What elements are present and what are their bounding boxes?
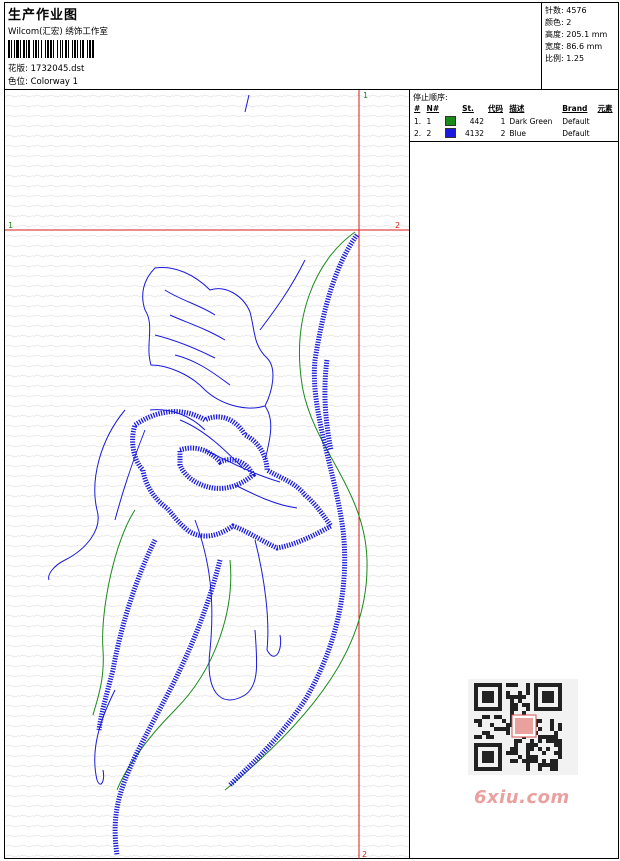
stop-sequence-table: # N# St. 代码 描述 Brand 元素 1. 1 442 1 Dark … xyxy=(412,102,617,139)
col-number: N# xyxy=(426,104,440,113)
colorway: 色位: Colorway 1 xyxy=(8,75,78,87)
color-swatch xyxy=(445,128,457,138)
design-value: 1732045.dst xyxy=(30,64,85,74)
stat-stitches: 针数: 4576 xyxy=(545,6,587,15)
col-element: 元素 xyxy=(597,104,613,113)
table-row: 2. 2 4132 2 Blue Default xyxy=(414,128,590,138)
stat-colors: 颜色: 2 xyxy=(545,18,572,27)
studio-name: Wilcom(汇宏) 绣饰工作室 xyxy=(8,27,108,37)
barcode xyxy=(8,40,94,58)
stat-scale: 比例: 1.25 xyxy=(545,54,585,63)
design-canvas: 1 1 2 2 xyxy=(5,90,409,859)
col-stitches: St. xyxy=(462,104,474,113)
qr-code xyxy=(468,679,578,775)
design-name: 花版: 1732045.dst xyxy=(8,62,84,74)
design-stats: 针数: 4576 颜色: 2 高度: 205.1 mm 宽度: 86.6 mm … xyxy=(541,3,618,89)
design-label: 花版: xyxy=(8,64,28,74)
col-brand: Brand xyxy=(562,104,588,113)
marker-left: 1 xyxy=(8,221,13,230)
colorway-label: 色位: xyxy=(8,77,28,87)
colorway-value: Colorway 1 xyxy=(30,77,79,87)
watermark-text: 6xiu.com xyxy=(474,787,570,808)
marker-top: 1 xyxy=(363,91,368,100)
stat-width: 宽度: 86.6 mm xyxy=(545,42,603,51)
col-index: # xyxy=(414,104,421,113)
fabric-background xyxy=(5,90,409,859)
header-info: 生产作业图 Wilcom(汇宏) 绣饰工作室 花版: 1732045.dst 色… xyxy=(5,3,541,89)
table-header-row: # N# St. 代码 描述 Brand 元素 xyxy=(412,102,617,115)
stat-height: 高度: 205.1 mm xyxy=(545,30,608,39)
color-swatch xyxy=(445,116,457,126)
table-row: 1. 1 442 1 Dark Green Default xyxy=(414,116,590,126)
table-divider xyxy=(410,141,618,142)
page-title: 生产作业图 xyxy=(8,8,79,23)
col-description: 描述 xyxy=(509,104,525,113)
col-code: 代码 xyxy=(488,104,504,113)
embroidery-preview: 1 1 2 2 xyxy=(5,90,409,859)
marker-right: 2 xyxy=(395,221,400,230)
marker-bottom: 2 xyxy=(362,850,367,859)
col-swatch xyxy=(443,102,460,115)
